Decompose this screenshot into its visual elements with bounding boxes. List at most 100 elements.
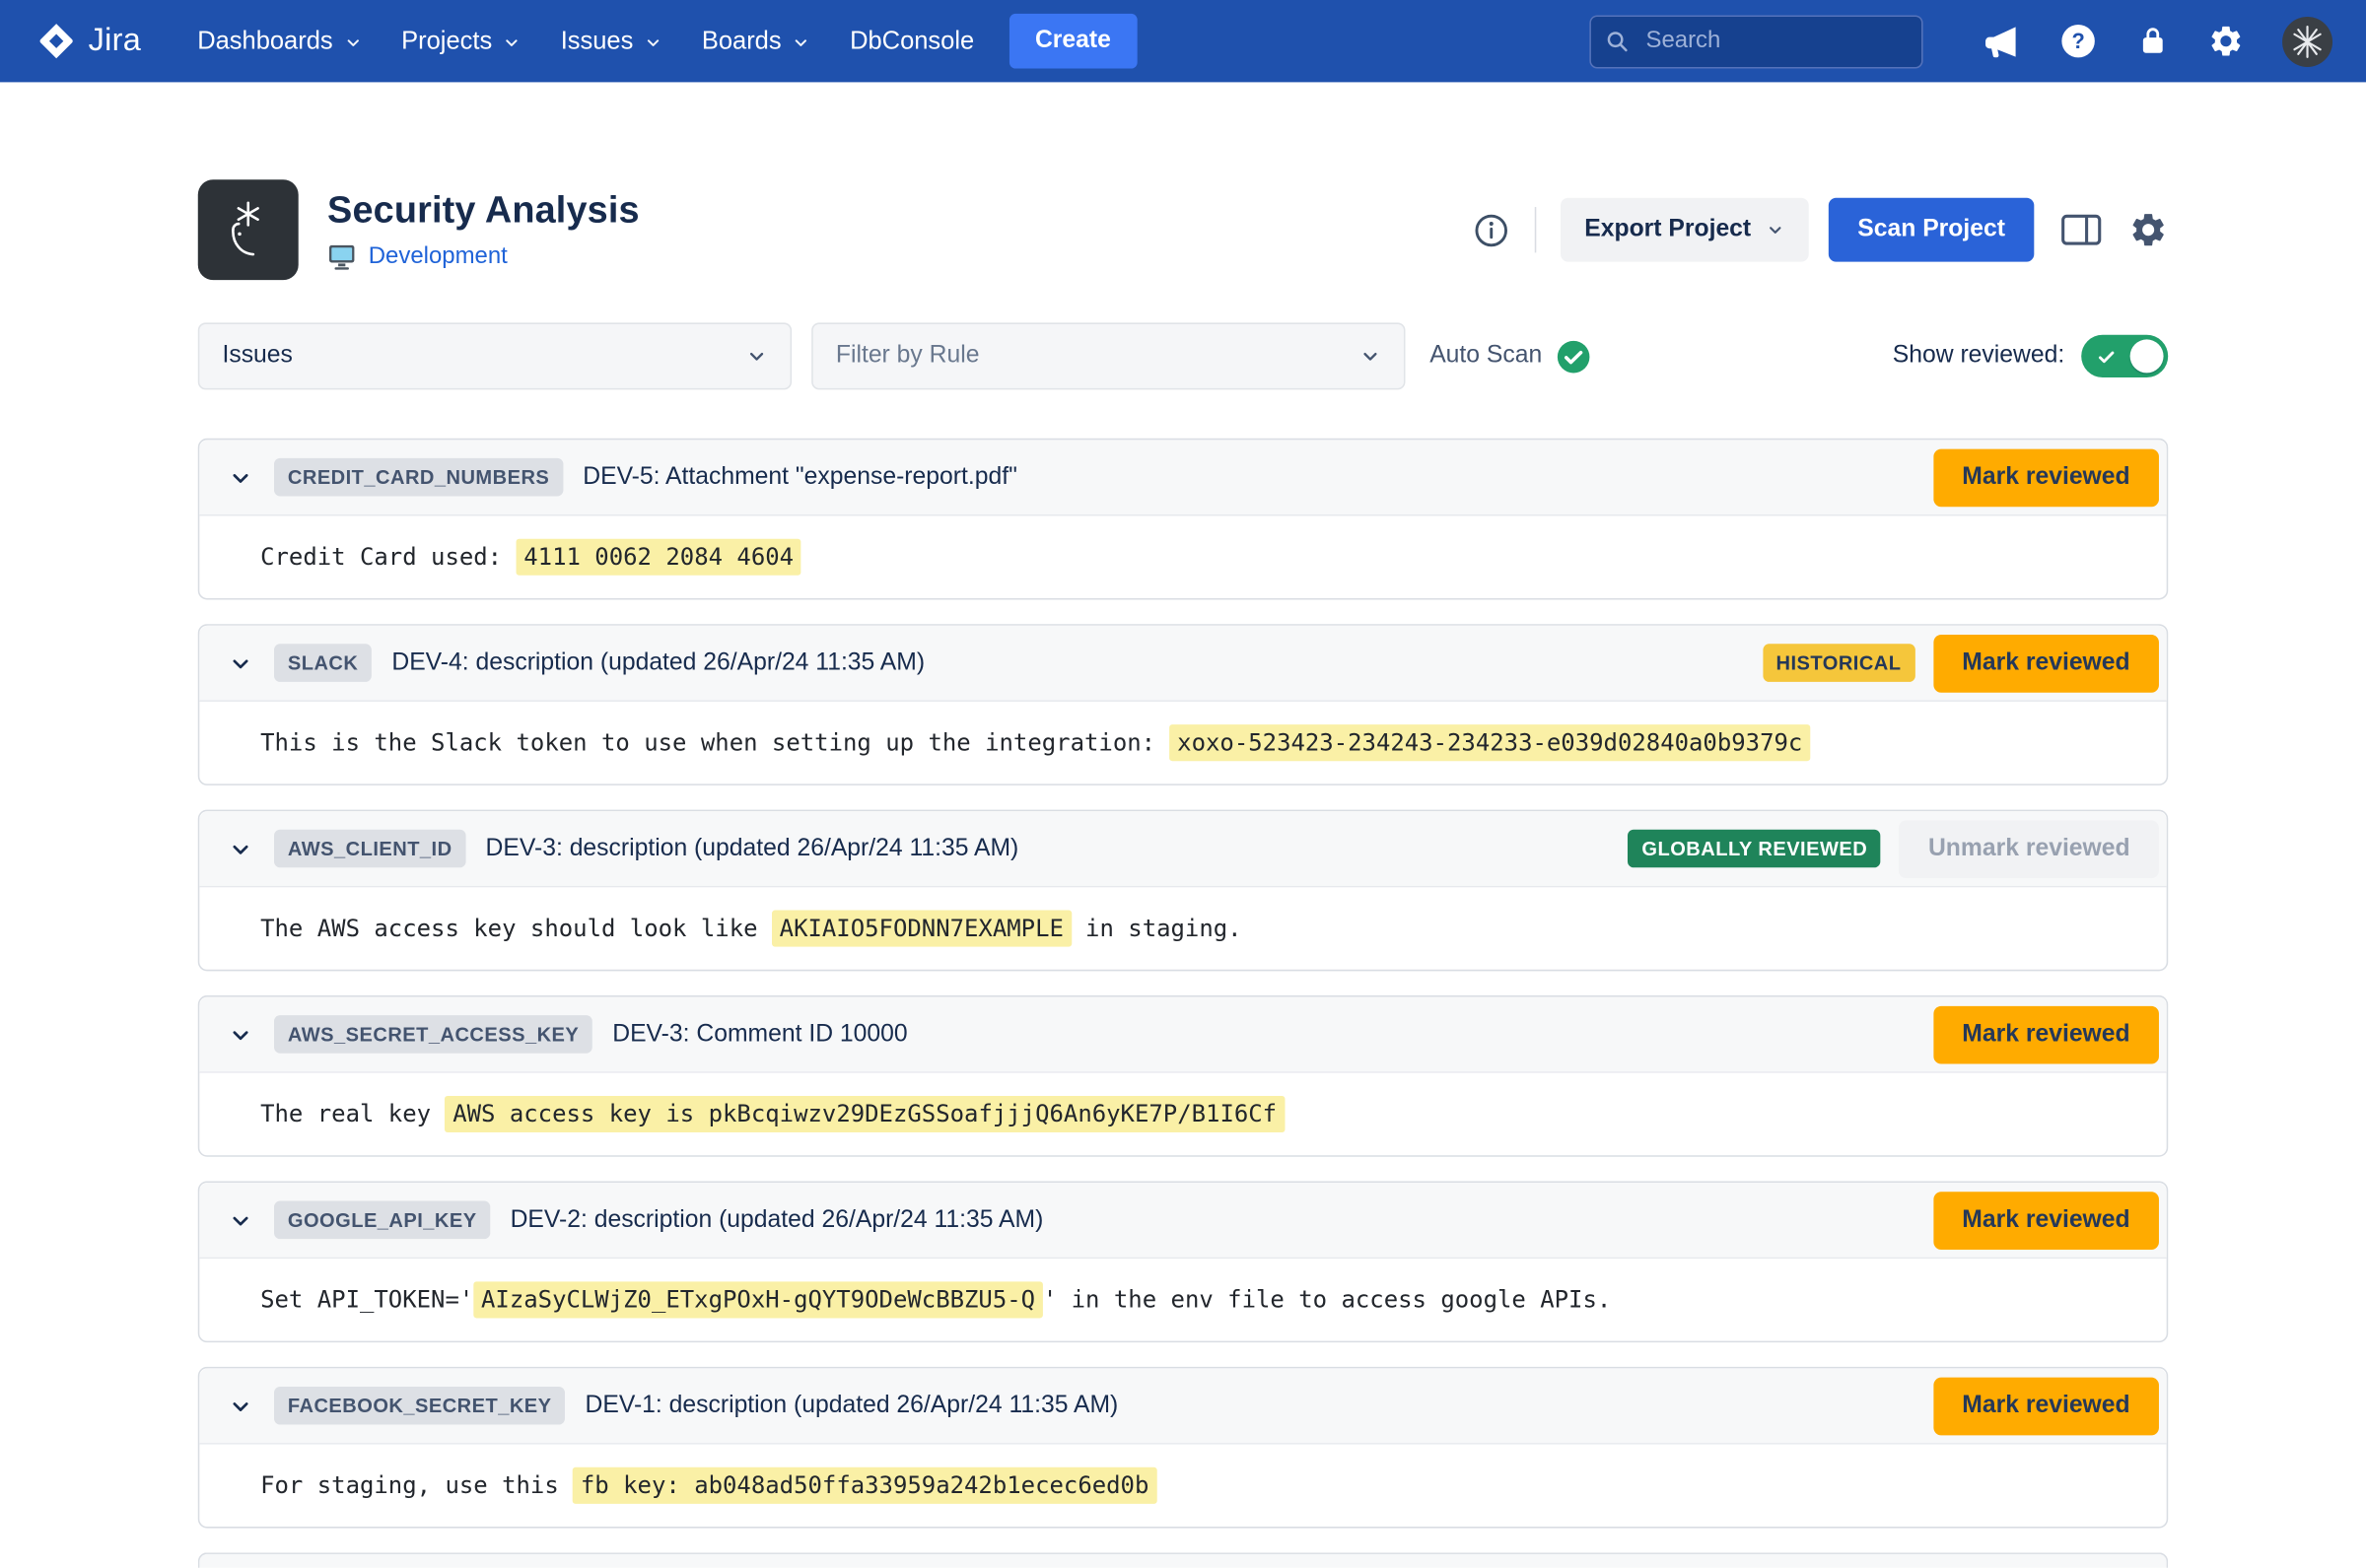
nav-item-label: Boards [702, 27, 782, 55]
rule-badge: AWS_SECRET_ACCESS_KEY [274, 1015, 592, 1054]
secret-highlight: 4111 0062 2084 4604 [517, 539, 801, 576]
collapse-chevron-icon[interactable] [221, 829, 260, 868]
project-link[interactable]: Development [369, 242, 508, 270]
collapse-chevron-icon[interactable] [221, 644, 260, 683]
gear-icon[interactable] [2207, 23, 2244, 59]
search-input[interactable] [1589, 15, 1922, 68]
mark-reviewed-button[interactable]: Mark reviewed [1933, 1377, 2159, 1435]
show-reviewed-control: Show reviewed: [1893, 335, 2168, 377]
export-project-button[interactable]: Export Project [1561, 198, 1809, 262]
findings-list: CREDIT_CARD_NUMBERS DEV-5: Attachment "e… [198, 439, 2168, 1568]
mark-reviewed-button[interactable]: Mark reviewed [1933, 634, 2159, 692]
issues-select-value: Issues [222, 342, 292, 370]
settings-gear-icon[interactable] [2128, 210, 2168, 249]
rule-badge: AWS_CLIENT_ID [274, 830, 465, 868]
chevron-down-icon [792, 34, 810, 52]
finding-header: AWS_CLIENT_ID DEV-3: description (update… [199, 811, 2166, 887]
show-reviewed-toggle[interactable] [2081, 335, 2168, 377]
jira-brand[interactable]: Jira [36, 22, 141, 61]
finding-header: SLACK DEV-4: description (updated 26/Apr… [199, 626, 2166, 702]
app-window: Jira Dashboards Projects Issues Boards D… [0, 0, 2366, 1568]
chevron-down-icon [343, 34, 362, 52]
filter-by-rule-value: Filter by Rule [836, 342, 980, 370]
panel-view-icon[interactable] [2060, 212, 2103, 248]
finding-card: CREDIT_CARD_NUMBERS DEV-5: Attachment "e… [198, 439, 2168, 600]
collapse-chevron-icon[interactable] [221, 457, 260, 497]
export-project-label: Export Project [1584, 216, 1751, 243]
chevron-down-icon [1359, 346, 1381, 368]
finding-snippet: Set API_TOKEN='AIzaSyCLWjZ0_ETxgPOxH-gQY… [199, 1259, 2166, 1340]
info-icon[interactable] [1472, 211, 1510, 249]
announcement-icon[interactable] [1983, 22, 2021, 60]
create-button[interactable]: Create [1009, 14, 1137, 69]
nav-item-label: Dashboards [197, 27, 332, 55]
secret-highlight: AKIAIO5FODNN7EXAMPLE [772, 911, 1072, 947]
finding-title: DEV-3: description (updated 26/Apr/24 11… [486, 835, 1019, 862]
secret-highlight: xoxo-523423-234243-234233-e039d02840a0b9… [1169, 724, 1810, 761]
filter-row: Issues Filter by Rule Auto Scan Show rev… [198, 322, 2168, 389]
help-icon[interactable]: ? [2058, 22, 2098, 61]
finding-snippet: The AWS access key should look like AKIA… [199, 887, 2166, 969]
historical-badge: HISTORICAL [1763, 644, 1915, 682]
nav-item-issues[interactable]: Issues [541, 15, 682, 68]
finding-card: SLACK DEV-4: description (updated 26/Apr… [198, 624, 2168, 785]
finding-title: DEV-3: Comment ID 10000 [612, 1021, 907, 1049]
chevron-down-icon [644, 34, 662, 52]
check-icon [2097, 346, 2117, 366]
collapse-chevron-icon[interactable] [221, 1386, 260, 1425]
mark-reviewed-button[interactable]: Mark reviewed [1933, 1191, 2159, 1249]
finding-card: FACEBOOK_SECRET_KEY DEV-1: description (… [198, 1367, 2168, 1529]
finding-snippet: This is the Slack token to use when sett… [199, 702, 2166, 784]
brand-name: Jira [89, 23, 141, 59]
nav-item-label: Projects [401, 27, 492, 55]
unmark-reviewed-button[interactable]: Unmark reviewed [1900, 820, 2159, 878]
nav-item-label: DbConsole [850, 27, 974, 55]
chevron-down-icon [746, 346, 768, 368]
toggle-knob [2130, 339, 2164, 373]
nav-item-dashboards[interactable]: Dashboards [177, 15, 382, 68]
lock-icon[interactable] [2136, 25, 2170, 58]
collapse-chevron-icon[interactable] [221, 1200, 260, 1240]
collapse-chevron-icon[interactable] [221, 1014, 260, 1054]
snippet-text: This is the Slack token to use when sett… [260, 729, 1169, 757]
nav-item-projects[interactable]: Projects [382, 15, 541, 68]
snippet-text: Credit Card used: [260, 543, 516, 571]
divider [1534, 207, 1536, 252]
rule-badge: FACEBOOK_SECRET_KEY [274, 1387, 565, 1425]
globally-reviewed-badge: GLOBALLY REVIEWED [1629, 830, 1882, 868]
snippet-text: ' in the env file to access google APIs. [1043, 1286, 1611, 1314]
issues-select[interactable]: Issues [198, 322, 792, 389]
finding-title: DEV-2: description (updated 26/Apr/24 11… [511, 1206, 1044, 1234]
finding-card: GOOGLE_API_KEY DEV-2: description (updat… [198, 1181, 2168, 1342]
finding-header: FACEBOOK_SECRET_KEY DEV-1: description (… [199, 1368, 2166, 1444]
auto-scan-check-icon[interactable] [1556, 339, 1591, 375]
finding-title: DEV-5: Attachment "expense-report.pdf" [583, 463, 1017, 491]
snippet-text: in staging. [1072, 915, 1242, 942]
page-title: Security Analysis [327, 189, 640, 232]
secret-highlight: AIzaSyCLWjZ0_ETxgPOxH-gQYT9ODeWcBBZU5-Q [473, 1281, 1043, 1318]
rule-badge: SLACK [274, 644, 372, 682]
filter-by-rule-select[interactable]: Filter by Rule [811, 322, 1405, 389]
monitor-icon [327, 242, 356, 270]
finding-snippet: The real key AWS access key is pkBcqiwzv… [199, 1073, 2166, 1155]
rule-badge: CREDIT_CARD_NUMBERS [274, 458, 563, 497]
finding-header: AWS_SECRET_ACCESS_KEY DEV-3: Comment ID … [199, 997, 2166, 1073]
finding-header: GOOGLE_API_KEY DEV-2: description (updat… [199, 1183, 2166, 1259]
project-avatar [198, 179, 299, 280]
nav-item-dbconsole[interactable]: DbConsole [830, 15, 994, 68]
finding-title: DEV-1: description (updated 26/Apr/24 11… [586, 1392, 1119, 1419]
snippet-text: Set API_TOKEN=' [260, 1286, 473, 1314]
snippet-text: For staging, use this [260, 1471, 573, 1499]
user-avatar[interactable] [2282, 16, 2332, 66]
scan-project-button[interactable]: Scan Project [1829, 198, 2034, 262]
mark-reviewed-button[interactable]: Mark reviewed [1933, 1005, 2159, 1063]
finding-card-partial [198, 1552, 2168, 1567]
auto-scan-status: Auto Scan [1429, 339, 1590, 375]
chevron-down-icon [503, 34, 522, 52]
finding-title: DEV-4: description (updated 26/Apr/24 11… [391, 649, 925, 677]
svg-text:?: ? [2071, 29, 2084, 53]
finding-card: AWS_CLIENT_ID DEV-3: description (update… [198, 810, 2168, 972]
top-navbar: Jira Dashboards Projects Issues Boards D… [0, 0, 2366, 82]
nav-item-boards[interactable]: Boards [682, 15, 830, 68]
mark-reviewed-button[interactable]: Mark reviewed [1933, 448, 2159, 507]
